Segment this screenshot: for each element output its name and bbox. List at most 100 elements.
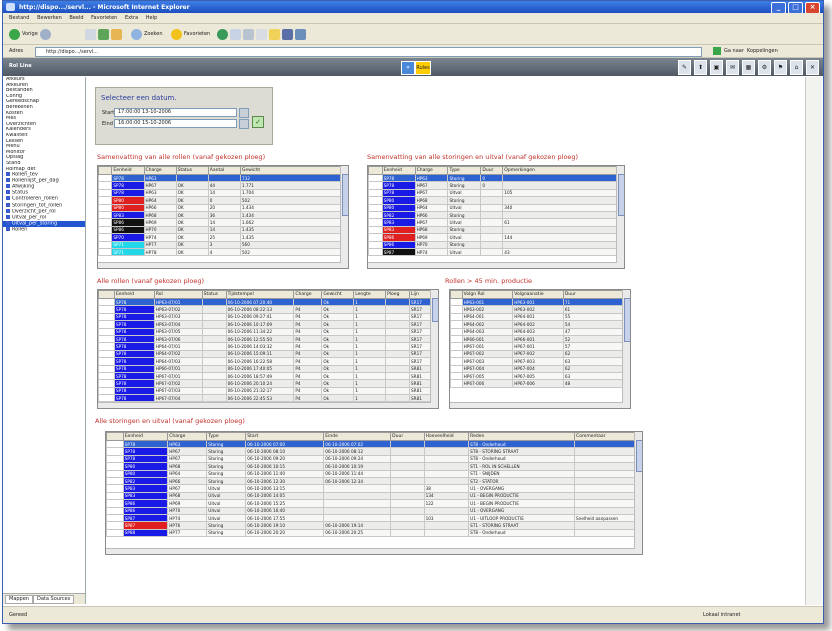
table-row[interactable]: SP86 HP69 Uitval 06-10-2006 15:25 122 U1 - BE… xyxy=(106,499,642,508)
back-arrow-icon[interactable] xyxy=(9,28,20,40)
rolls-45-grid[interactable]: Volgn Rol Volgnaanatie Duur HP63-001 HP63-00… xyxy=(449,289,631,409)
row-selector[interactable] xyxy=(450,349,463,359)
print-icon[interactable] xyxy=(243,28,254,40)
table-row[interactable]: SP86 HP70 Uitval 06-10-2006 16:40 U1 - OVERG… xyxy=(106,506,642,515)
address-input[interactable]: http://dispo.../servl... xyxy=(35,47,702,57)
favorites-button[interactable]: Favorieten xyxy=(184,31,210,37)
menu-tools[interactable]: Extra xyxy=(125,13,138,23)
row-selector[interactable] xyxy=(98,386,115,396)
go-arrow-icon[interactable] xyxy=(713,47,721,55)
forward-arrow-icon[interactable] xyxy=(39,28,51,40)
column-header[interactable]: Opmerkingen xyxy=(502,166,624,175)
row-selector[interactable] xyxy=(98,349,115,359)
table-row[interactable]: SP83 HP67 Uitval 06-10-2006 13:15 38 U1 - OVE… xyxy=(106,484,642,493)
row-selector[interactable] xyxy=(106,476,124,486)
column-header[interactable]: Start xyxy=(245,432,325,441)
row-selector[interactable] xyxy=(106,528,124,538)
grid-scrollbar[interactable] xyxy=(340,166,348,268)
table-row[interactable]: HP67-004 HP67-004 62 xyxy=(450,364,630,373)
row-selector[interactable] xyxy=(106,499,124,508)
row-selector[interactable] xyxy=(450,342,463,351)
row-selector[interactable] xyxy=(368,203,383,212)
tab-folders[interactable]: Mappen xyxy=(5,595,33,604)
row-selector[interactable] xyxy=(368,218,383,227)
table-row[interactable]: SP78 HP63-07/04 06-10-2006 10:17:09 P4 Ok 1 SR… xyxy=(98,320,438,329)
column-header[interactable]: Duur xyxy=(480,166,504,175)
horizontal-scrollbar[interactable] xyxy=(368,262,617,268)
table-row[interactable]: SP78 HP63 Storing 06-10-2006 07:00 06-10-200… xyxy=(106,439,642,449)
close-icon[interactable]: ✕ xyxy=(806,60,819,75)
row-selector[interactable] xyxy=(98,327,115,336)
row-selector[interactable] xyxy=(450,371,463,381)
favorites-star-icon[interactable] xyxy=(171,28,182,40)
home-icon[interactable] xyxy=(111,28,122,40)
table-row[interactable]: SP83 HP68 Storing xyxy=(368,225,624,235)
row-selector[interactable] xyxy=(106,513,124,523)
row-selector[interactable] xyxy=(450,327,463,336)
links-label[interactable]: Koppelingen xyxy=(747,48,778,54)
edit-icon[interactable] xyxy=(256,28,267,40)
table-row[interactable]: SP88 HP77 Storing 06-10-2006 20:20 06-10-200… xyxy=(106,528,642,538)
history-icon[interactable] xyxy=(217,28,228,40)
mail-icon[interactable]: ✉ xyxy=(726,60,739,75)
table-row[interactable]: SP78 HP64-07/02 06-10-2006 15:09:11 P4 Ok 1 SR… xyxy=(98,349,438,359)
messenger-icon[interactable] xyxy=(282,28,293,40)
column-header[interactable]: Charge xyxy=(167,432,208,441)
horizontal-scrollbar[interactable] xyxy=(98,402,431,408)
row-selector[interactable] xyxy=(98,203,113,212)
table-row[interactable]: HP63-002 HP63-002 61 xyxy=(450,305,630,314)
horizontal-scrollbar[interactable] xyxy=(450,402,623,408)
table-row[interactable]: SP82 HP66 Storing xyxy=(368,210,624,220)
column-header[interactable]: Eenheid xyxy=(113,290,155,299)
horizontal-scrollbar[interactable] xyxy=(106,548,635,554)
table-row[interactable]: HP64-001 HP64-001 55 xyxy=(450,312,630,322)
row-selector[interactable] xyxy=(368,196,383,205)
row-selector[interactable] xyxy=(450,320,463,329)
column-header[interactable]: Aantal xyxy=(207,166,241,175)
row-selector[interactable] xyxy=(368,173,383,183)
tab-data-sources[interactable]: Data Sources xyxy=(33,595,75,604)
scroll-thumb[interactable] xyxy=(618,174,624,216)
column-header[interactable]: Volgnaanatie xyxy=(512,290,564,299)
table-row[interactable]: HP67-005 HP67-005 63 xyxy=(450,371,630,381)
row-selector[interactable] xyxy=(98,320,115,329)
table-row[interactable]: HP67-003 HP67-003 63 xyxy=(450,357,630,366)
grid-scrollbar[interactable] xyxy=(622,290,630,408)
row-selector[interactable] xyxy=(98,218,113,227)
row-selector[interactable] xyxy=(368,233,383,242)
column-header[interactable] xyxy=(106,432,124,441)
row-selector[interactable] xyxy=(98,342,115,351)
row-selector[interactable] xyxy=(368,181,383,190)
column-header[interactable] xyxy=(450,290,463,299)
table-row[interactable]: HP67-006 HP67-006 48 xyxy=(450,379,630,388)
table-row[interactable]: SP78 HP67 Storing 0 xyxy=(368,181,624,190)
save-icon[interactable]: ▣ xyxy=(710,60,723,75)
table-row[interactable]: SP86 HP69 OK 14 1.662 xyxy=(98,218,348,227)
row-selector[interactable] xyxy=(106,439,124,449)
column-header[interactable]: Eenheid xyxy=(111,166,145,175)
table-row[interactable]: SP87 HP74 Uitval 43 xyxy=(368,247,624,257)
table-row[interactable]: SP80 HP66 OK 20 1.434 xyxy=(98,203,348,212)
column-header[interactable]: Lengte xyxy=(353,290,387,299)
table-row[interactable]: HP63-001 HP63-001 71 xyxy=(450,297,630,307)
summary-rolls-grid[interactable]: Eenheid Charge Status Aantal Gewicht SP78 HP63… xyxy=(97,165,349,269)
row-selector[interactable] xyxy=(98,225,113,235)
column-header[interactable]: Gewicht xyxy=(321,290,355,299)
column-header[interactable]: Commentaar xyxy=(574,432,642,441)
column-header[interactable]: Eenheid xyxy=(122,432,169,441)
scroll-thumb[interactable] xyxy=(636,440,642,472)
row-selector[interactable] xyxy=(450,364,463,373)
scroll-thumb[interactable] xyxy=(624,298,630,342)
row-selector[interactable] xyxy=(106,454,124,464)
table-row[interactable]: SP83 HP67 Uitval 61 xyxy=(368,218,624,227)
table-row[interactable]: SP78 HP63 OK 14 1.704 xyxy=(98,188,348,198)
row-selector[interactable] xyxy=(98,297,115,307)
sidebar-item[interactable]: Rollen xyxy=(3,226,85,233)
table-row[interactable]: SP78 HP67 Storing 06-10-2006 09:20 06-10-200… xyxy=(106,454,642,464)
row-selector[interactable] xyxy=(450,312,463,322)
flag-icon[interactable]: ⚑ xyxy=(774,60,787,75)
horizontal-scrollbar[interactable] xyxy=(98,262,341,268)
row-selector[interactable] xyxy=(106,462,124,471)
table-row[interactable]: SP78 HP64-07/01 06-10-2006 14:03:32 P4 Ok 1 SR… xyxy=(98,342,438,351)
column-header[interactable]: Ploeg xyxy=(385,290,411,299)
